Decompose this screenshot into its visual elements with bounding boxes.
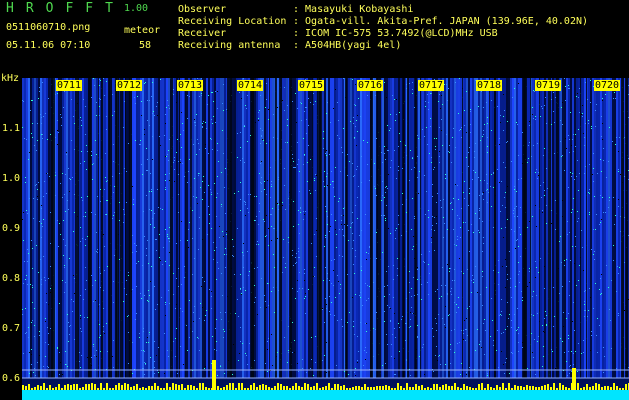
antenna-row: Receiving antenna : A504HB(yagi 4el) — [178, 40, 401, 51]
meteor-label: meteor — [124, 25, 161, 36]
file-name: 0511060710.png — [6, 22, 91, 33]
time-tick-0720: 0720 — [594, 80, 621, 91]
receiver-row: Receiver : ICOM IC-575 53.7492(@LCD)MHz U… — [178, 28, 498, 39]
spectrogram-plot — [22, 78, 629, 400]
time-tick-0711: 0711 — [56, 80, 83, 91]
y-axis-unit: kHz — [1, 73, 20, 84]
meteor-count: 58 — [139, 40, 152, 51]
y-tick-0-6: 0.6 — [1, 373, 20, 384]
y-tick-1-1: 1.1 — [1, 123, 20, 134]
time-tick-0715: 0715 — [298, 80, 325, 91]
antenna-value: : A504HB(yagi 4el) — [293, 40, 402, 51]
time-tick-0712: 0712 — [116, 80, 143, 91]
time-tick-0713: 0713 — [177, 80, 204, 91]
noise-streaks — [22, 78, 629, 378]
time-tick-0716: 0716 — [357, 80, 384, 91]
time-tick-0718: 0718 — [476, 80, 503, 91]
antenna-key: Receiving antenna — [178, 40, 281, 51]
observer-value: : Masayuki Kobayashi — [293, 4, 414, 15]
location-value: : Ogata-vill. Akita-Pref. JAPAN (139.96E… — [293, 16, 589, 27]
location-key: Receiving Location — [178, 16, 287, 27]
header-panel: HROFFT 1.00 0511060710.png meteor 05.11.… — [0, 0, 629, 76]
receiver-key: Receiver — [178, 28, 227, 39]
location-row: Receiving Location : Ogata-vill. Akita-Pr… — [178, 16, 588, 27]
app-title: HROFFT — [6, 1, 125, 16]
observer-row: Observer : Masayuki Kobayashi — [178, 4, 413, 15]
spectrogram-canvas — [22, 78, 629, 400]
time-tick-0717: 0717 — [418, 80, 445, 91]
observer-key: Observer — [178, 4, 227, 15]
y-tick-1-0: 1.0 — [1, 173, 20, 184]
power-baseline — [22, 390, 629, 400]
y-tick-0-7: 0.7 — [1, 323, 20, 334]
capture-datetime: 05.11.06 07:10 — [6, 40, 91, 51]
y-tick-0-9: 0.9 — [1, 223, 20, 234]
app-version: 1.00 — [124, 3, 149, 14]
time-tick-0719: 0719 — [535, 80, 562, 91]
time-tick-0714: 0714 — [237, 80, 264, 91]
y-tick-0-8: 0.8 — [1, 273, 20, 284]
receiver-value: : ICOM IC-575 53.7492(@LCD)MHz USB — [293, 28, 498, 39]
